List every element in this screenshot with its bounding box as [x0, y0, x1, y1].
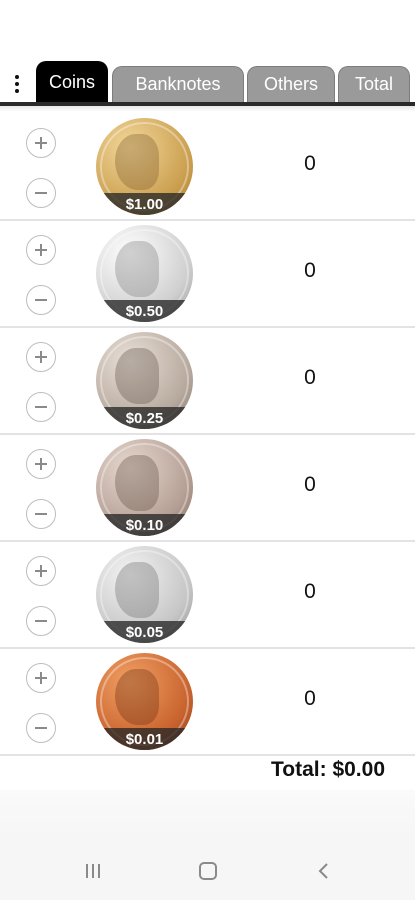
back-button[interactable]	[309, 856, 339, 886]
coin-value-label: $1.00	[96, 193, 193, 215]
coin-value-label: $0.50	[96, 300, 193, 322]
decrement-button[interactable]	[26, 606, 56, 636]
increment-button[interactable]	[26, 342, 56, 372]
coin-row-quarter: $0.25 0	[0, 328, 415, 435]
minus-icon	[35, 192, 47, 194]
coin-value-label: $0.01	[96, 728, 193, 750]
plus-icon	[35, 351, 47, 363]
plus-icon	[35, 458, 47, 470]
coin-row-dollar: $1.00 0	[0, 114, 415, 221]
minus-icon	[35, 299, 47, 301]
coin-row-penny: $0.01 0	[0, 649, 415, 756]
decrement-button[interactable]	[26, 392, 56, 422]
home-button[interactable]	[193, 856, 223, 886]
plus-icon	[35, 244, 47, 256]
more-vert-icon[interactable]	[10, 70, 24, 98]
coin-list: $1.00 0 $0.50 0 $0.25 0 $0.10 0 $0.05 0 …	[0, 114, 415, 756]
tab-others[interactable]: Others	[247, 66, 335, 102]
tab-banknotes[interactable]: Banknotes	[112, 66, 244, 102]
decrement-button[interactable]	[26, 499, 56, 529]
home-icon	[199, 862, 217, 880]
tab-coins[interactable]: Coins	[36, 61, 108, 102]
decrement-button[interactable]	[26, 285, 56, 315]
coin-count: 0	[304, 473, 316, 496]
increment-button[interactable]	[26, 663, 56, 693]
plus-icon	[35, 137, 47, 149]
coin-count: 0	[304, 580, 316, 603]
coin-row-dime: $0.10 0	[0, 435, 415, 542]
coin-value-label: $0.10	[96, 514, 193, 536]
half-dollar-coin-icon: $0.50	[96, 225, 193, 322]
back-icon	[318, 863, 328, 879]
increment-button[interactable]	[26, 128, 56, 158]
system-nav-bar	[0, 842, 415, 900]
dime-coin-icon: $0.10	[96, 439, 193, 536]
total-label: Total: $0.00	[271, 758, 385, 781]
minus-icon	[35, 727, 47, 729]
coin-count: 0	[304, 687, 316, 710]
coin-count: 0	[304, 366, 316, 389]
increment-button[interactable]	[26, 235, 56, 265]
quarter-coin-icon: $0.25	[96, 332, 193, 429]
coin-row-half-dollar: $0.50 0	[0, 221, 415, 328]
coin-count: 0	[304, 259, 316, 282]
tab-shadow	[0, 106, 415, 112]
dollar-coin-icon: $1.00	[96, 118, 193, 215]
minus-icon	[35, 406, 47, 408]
coin-row-nickel: $0.05 0	[0, 542, 415, 649]
increment-button[interactable]	[26, 556, 56, 586]
coin-value-label: $0.25	[96, 407, 193, 429]
penny-coin-icon: $0.01	[96, 653, 193, 750]
tab-total[interactable]: Total	[338, 66, 410, 102]
increment-button[interactable]	[26, 449, 56, 479]
plus-icon	[35, 565, 47, 577]
decrement-button[interactable]	[26, 713, 56, 743]
decrement-button[interactable]	[26, 178, 56, 208]
recents-button[interactable]	[78, 856, 108, 886]
minus-icon	[35, 513, 47, 515]
plus-icon	[35, 672, 47, 684]
coin-value-label: $0.05	[96, 621, 193, 643]
top-tab-bar: Coins Banknotes Others Total	[0, 0, 415, 112]
nickel-coin-icon: $0.05	[96, 546, 193, 643]
minus-icon	[35, 620, 47, 622]
coin-count: 0	[304, 152, 316, 175]
recents-icon	[86, 864, 100, 878]
